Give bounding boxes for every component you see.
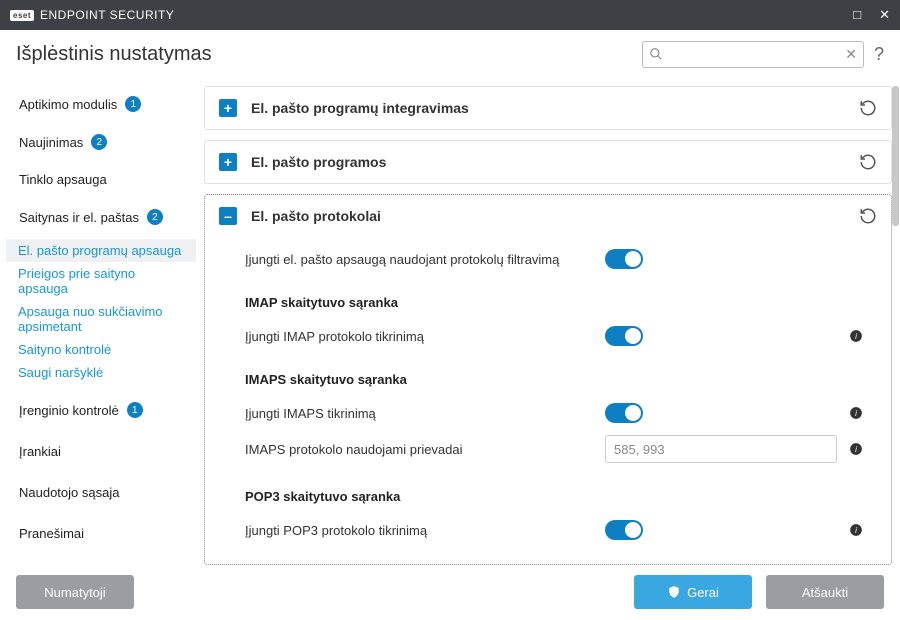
svg-text:i: i [855,409,857,418]
page-title: Išplėstinis nustatymas [16,43,212,66]
label-imaps-enable: Įjungti IMAPS tikrinimą [245,406,605,421]
sidebar-item-label: Įrenginio kontrolė [19,403,119,418]
header: Išplėstinis nustatymas ✕ ? [0,30,900,78]
sidebar-item-label: Naujinimas [19,135,83,150]
imap-heading: IMAP skaitytuvo sąranka [245,275,891,320]
revert-icon[interactable] [859,153,877,171]
info-icon[interactable]: i [849,329,863,343]
svg-text:i: i [855,445,857,454]
cancel-button[interactable]: Atšaukti [766,575,884,609]
svg-text:i: i [855,332,857,341]
sidebar-item-3[interactable]: Saitynas ir el. paštas 2 [6,201,196,233]
label-imaps-ports: IMAPS protokolo naudojami prievadai [245,442,605,457]
panel-title: El. pašto programų integravimas [251,100,859,116]
footer: Numatytoji Gerai Atšaukti [0,564,900,620]
close-icon[interactable]: ✕ [879,7,890,23]
shield-icon [667,585,681,599]
clear-icon[interactable]: ✕ [845,46,857,63]
expand-icon: + [219,153,237,171]
badge: 2 [147,209,163,225]
sidebar-item-label: Naudotojo sąsaja [19,485,119,500]
info-icon[interactable]: i [849,442,863,456]
row-imaps-enable: Įjungti IMAPS tikrinimą i [245,397,891,429]
panel-head-integration[interactable]: + El. pašto programų integravimas [205,87,891,129]
sidebar: Aptikimo modulis 1 Naujinimas 2 Tinklo apsau… [0,78,196,564]
toggle-enable-filter[interactable] [605,249,643,269]
sidebar-item-0[interactable]: Aptikimo modulis 1 [6,88,196,120]
sidebar-item-1[interactable]: Naujinimas 2 [6,126,196,158]
content: + El. pašto programų integravimas + El. … [196,78,900,564]
sidebar-item-6[interactable]: Naudotojo sąsaja [6,477,196,508]
row-imaps-ports: IMAPS protokolo naudojami prievadai i [245,429,891,469]
label-imap-enable: Įjungti IMAP protokolo tikrinimą [245,329,605,344]
sidebar-item-4[interactable]: Įrenginio kontrolė 1 [6,394,196,426]
help-icon[interactable]: ? [874,44,884,65]
search-icon [649,47,663,61]
titlebar: eset ENDPOINT SECURITY □ ✕ [0,0,900,30]
search-box[interactable]: ✕ [642,41,864,68]
sidebar-item-label: Tinklo apsauga [19,172,107,187]
search-input[interactable] [663,47,845,61]
scrollbar[interactable] [892,86,899,226]
toggle-pop3[interactable] [605,520,643,540]
panel-title: El. pašto protokolai [251,208,859,224]
panel-head-protocols[interactable]: – El. pašto protokolai [205,195,891,237]
sidebar-sub-3-1[interactable]: Prieigos prie saityno apsauga [6,262,196,300]
revert-icon[interactable] [859,207,877,225]
panel-email-protocols: – El. pašto protokolai Įjungti el. pašto… [204,194,892,565]
info-icon[interactable]: i [849,523,863,537]
maximize-icon[interactable]: □ [853,7,861,23]
info-icon[interactable]: i [849,406,863,420]
sidebar-item-2[interactable]: Tinklo apsauga [6,164,196,195]
toggle-imaps[interactable] [605,403,643,423]
sidebar-sub-3-2[interactable]: Apsauga nuo sukčiavimo apsimetant [6,300,196,338]
sidebar-item-label: Įrankiai [19,444,61,459]
panel-head-clients[interactable]: + El. pašto programos [205,141,891,183]
sidebar-sub-3-0[interactable]: El. pašto programų apsauga [6,239,196,262]
svg-text:i: i [855,526,857,535]
collapse-icon: – [219,207,237,225]
product-name: ENDPOINT SECURITY [40,8,174,22]
sidebar-sub-3-4[interactable]: Saugi naršyklė [6,361,196,384]
ok-button[interactable]: Gerai [634,575,752,609]
row-enable-filter: Įjungti el. pašto apsaugą naudojant prot… [245,243,891,275]
expand-icon: + [219,99,237,117]
sidebar-item-label: Aptikimo modulis [19,97,117,112]
titlebar-brand: eset ENDPOINT SECURITY [10,8,174,22]
ok-label: Gerai [687,585,719,600]
sidebar-item-label: Saitynas ir el. paštas [19,210,139,225]
badge: 1 [125,96,141,112]
panel-email-integration: + El. pašto programų integravimas [204,86,892,130]
panel-email-clients: + El. pašto programos [204,140,892,184]
sidebar-item-label: Pranešimai [19,526,84,541]
badge: 2 [91,134,107,150]
badge: 1 [127,402,143,418]
label-enable-filter: Įjungti el. pašto apsaugą naudojant prot… [245,252,605,267]
imaps-heading: IMAPS skaitytuvo sąranka [245,352,891,397]
label-pop3-enable: Įjungti POP3 protokolo tikrinimą [245,523,605,538]
sidebar-item-5[interactable]: Įrankiai [6,436,196,467]
row-imap-enable: Įjungti IMAP protokolo tikrinimą i [245,320,891,352]
default-button[interactable]: Numatytoji [16,575,134,609]
logo: eset [10,10,34,21]
input-imaps-ports[interactable] [605,435,837,463]
pop3-heading: POP3 skaitytuvo sąranka [245,469,891,514]
panel-body-protocols: Įjungti el. pašto apsaugą naudojant prot… [205,237,891,564]
revert-icon[interactable] [859,99,877,117]
sidebar-item-7[interactable]: Pranešimai [6,518,196,549]
toggle-imap[interactable] [605,326,643,346]
row-pop3-enable: Įjungti POP3 protokolo tikrinimą i [245,514,891,546]
panel-title: El. pašto programos [251,154,859,170]
sidebar-sub-3-3[interactable]: Saityno kontrolė [6,338,196,361]
